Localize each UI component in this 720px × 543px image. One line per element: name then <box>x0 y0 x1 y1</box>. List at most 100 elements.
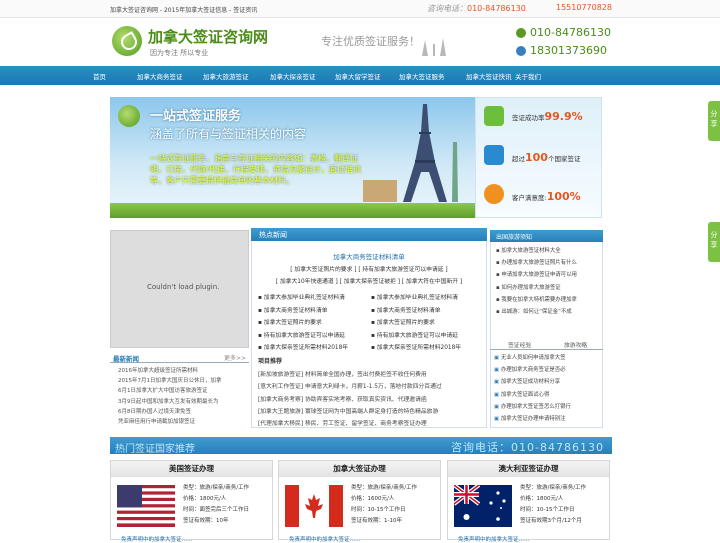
plugin-placeholder: Couldn't load plugin. <box>110 230 249 348</box>
nav-visa-news[interactable]: 加拿大签证快讯 <box>466 71 512 81</box>
banner[interactable]: 一站式签证服务 涵盖了所有与签证相关的内容 一站式签证服务，涵盖与签证相关的内容… <box>110 97 475 218</box>
list-item[interactable]: ▪ 持有加拿大旅游签证可以申请延 <box>258 330 348 343</box>
mobile-icon <box>516 46 526 56</box>
list-item[interactable]: 6月8日期办国人过境天津免签 <box>118 407 248 417</box>
hotline: 咨询电话：010-84786130 <box>427 4 526 13</box>
list-item[interactable]: ▪ 出城游：如何让“保证金”不成 <box>496 306 602 318</box>
us-flag-icon <box>117 485 175 527</box>
list-item[interactable]: ▪ 加拿大参加毕业典礼签证材料清 <box>258 292 348 305</box>
list-item[interactable]: [加拿大商务考察] 协助宾客实地考察、获取真实资讯、代理邀请函 <box>258 394 483 406</box>
travel-tips-list: ▪ 加拿大旅游签证材料大全 ▪ 办理加拿大旅游签证照片有什么 ▪ 申请加拿大旅游… <box>496 245 602 318</box>
list-item[interactable]: ▪ 办理加拿大旅游签证照片有什么 <box>496 257 602 269</box>
experience-tabs: 签证经验 旅游攻略 <box>490 339 603 350</box>
australia-visa-card[interactable]: 澳大利亚签证办理 类型：旅游/探亲/商务/工作 价格：1800元/人 时间：10-1… <box>447 460 610 543</box>
share-tab-1[interactable]: 分享 <box>708 101 720 141</box>
project-recommend-title: 项目推荐 <box>258 358 283 365</box>
usa-visa-card[interactable]: 美国签证办理 类型：旅游/探亲/商务/工作 价格：1800元/人 时间：面签完后三个… <box>110 460 273 543</box>
site-subtitle: 加拿大签证咨询网 - 2015年加拿大签证信息 - 签证资讯 <box>110 7 258 14</box>
list-item[interactable]: ▪ 加拿大探亲签证所需材料2018年 <box>258 342 348 355</box>
tab-guide[interactable]: 旅游攻略 <box>564 340 587 349</box>
nav-visit-visa[interactable]: 加拿大探亲签证 <box>270 71 316 81</box>
top-bar: 加拿大签证咨询网 - 2015年加拿大签证信息 - 签证资讯 咨询电话：010-… <box>0 0 720 18</box>
banner-description: 一站式签证服务，涵盖与签证相关的内容如：表格，翻译证明，订房，代取/代递，行程安… <box>150 154 361 185</box>
australia-flag-icon <box>454 485 512 527</box>
news-links-1[interactable]: [ 加拿大签证照片的要求 ] [ 持有加拿大旅游签证可以申请延 ] <box>255 264 483 273</box>
share-tab-2[interactable]: 分享 <box>708 222 720 262</box>
list-item[interactable]: 凭亚麻佳用行申请截加加银签证 <box>118 417 248 427</box>
list-item[interactable]: ▪ 申请加拿大旅游签证申请可以用 <box>496 269 602 281</box>
list-item[interactable]: ▣ 加拿大签证办理申请特别注 <box>494 413 602 425</box>
stat-satisfaction: 客户满意度:100% <box>512 190 581 203</box>
list-item[interactable]: ▪ 加拿大商务签证材料清单 <box>258 305 348 318</box>
canada-visa-card[interactable]: 加拿大签证办理 类型：旅游/探亲/商务/工作 价格：1600元/人 时间：10-15… <box>278 460 441 543</box>
list-item[interactable]: ▣ 无业人员如何申请加拿大签 <box>494 352 602 364</box>
list-item[interactable]: 3月9日起中国和加拿大互发有效期最长为 <box>118 397 248 407</box>
stat-success: 签证成功率99.9% <box>512 110 583 123</box>
nav-tourist-visa[interactable]: 加拿大旅游签证 <box>203 71 249 81</box>
list-item[interactable]: ▣ 办理加拿大商务签证是否必 <box>494 364 602 376</box>
card-info: 类型：旅游/探亲/商务/工作 价格：1600元/人 时间：10-15个工作日 签证有效… <box>351 485 418 524</box>
logo-subtitle: 因为专注 所以专业 <box>150 49 209 57</box>
hot-countries-title: 热门签证国家推荐 <box>115 444 195 455</box>
canada-flag-icon <box>285 485 343 527</box>
news-col-2: ▪ 加拿大参加毕业典礼签证材料清 ▪ 加拿大商务签证材料清单 ▪ 加拿大签证照片… <box>371 292 461 355</box>
nav-about[interactable]: 关于我们 <box>515 71 541 81</box>
card-link[interactable]: 免责声明中的加拿大签证…… <box>289 535 361 543</box>
news-headline[interactable]: 加拿大商务签证材料清单 <box>251 251 487 261</box>
list-item[interactable]: ▪ 加拿大探亲签证所需材料2018年 <box>371 342 461 355</box>
hot-news-header: 热点新闻 <box>251 228 487 241</box>
list-item[interactable]: ▪ 持有加拿大旅游签证可以申请延 <box>371 330 461 343</box>
list-item[interactable]: 2015年7月1日加拿大国庆日公休日，加拿 <box>118 376 248 386</box>
list-item[interactable]: [新加坡旅游签证] 材料简单全国办理，签出付费拒签不收任何费用 <box>258 369 483 381</box>
hot-countries-header: 热门签证国家推荐 咨询电话：010-84786130 <box>110 437 612 455</box>
card-info: 类型：旅游/探亲/商务/工作 价格：1800元/人 时间：10-15个工作日 签证有效… <box>520 485 587 524</box>
main-nav: 首页 加拿大商务签证 加拿大旅游签证 加拿大探亲签证 加拿大留学签证 加拿大签证… <box>0 66 720 85</box>
nav-study-visa[interactable]: 加拿大留学签证 <box>335 71 381 81</box>
nav-home[interactable]: 首页 <box>93 71 106 81</box>
news-links-2[interactable]: [ 加拿大10年快速通道 ] [ 加拿大探亲签证被拒 ] [ 加拿大符在中国新开… <box>255 276 483 285</box>
landmarks-icon <box>422 38 446 56</box>
list-item[interactable]: ▪ 加拿大商务签证材料清单 <box>371 305 461 318</box>
logo-title[interactable]: 加拿大签证咨询网 <box>148 26 268 47</box>
banner-title: 一站式签证服务 <box>150 109 242 124</box>
card-title[interactable]: 加拿大签证办理 <box>279 461 440 477</box>
list-item[interactable]: 2016年加拿大超级签证所需材料 <box>118 366 248 376</box>
experience-list: ▣ 无业人员如何申请加拿大签 ▣ 办理加拿大商务签证是否必 ▣ 加拿大签证成功材… <box>494 352 602 425</box>
list-item[interactable]: 6月1日加拿大扩大中国访客旅游签证 <box>118 386 248 396</box>
list-item[interactable]: ▪ 加拿大签证照片的要求 <box>371 317 461 330</box>
list-item[interactable]: ▪ 加拿大旅游签证材料大全 <box>496 245 602 257</box>
news-col-1: ▪ 加拿大参加毕业典礼签证材料清 ▪ 加拿大商务签证材料清单 ▪ 加拿大签证照片… <box>258 292 348 355</box>
list-item[interactable]: ▪ 加拿大参加毕业典礼签证材料清 <box>371 292 461 305</box>
list-item[interactable]: ▪ 我要在加拿大特机需要办理加拿 <box>496 294 602 306</box>
list-item[interactable]: ▣ 加拿大签证成功材料分享 <box>494 376 602 388</box>
list-item[interactable]: [意大利工作签证] 申请意大利绿卡，月薪1-1.5万，落地付款四分百通过 <box>258 381 483 393</box>
nav-business-visa[interactable]: 加拿大商务签证 <box>137 71 183 81</box>
banner-logo-icon <box>118 105 140 127</box>
list-item[interactable]: ▣ 加拿大签证面试心得 <box>494 389 602 401</box>
list-item[interactable]: ▪ 加拿大签证照片的要求 <box>258 317 348 330</box>
list-item[interactable]: ▪ 如何办理加拿大旅游签证 <box>496 282 602 294</box>
list-item[interactable]: [加拿大王题旅游] 寰球签证网为中国高端人群定身打造的特色精品旅游 <box>258 406 483 418</box>
nav-visa-service[interactable]: 加拿大签证服务 <box>399 71 445 81</box>
phone-1: 010-84786130 <box>530 26 611 39</box>
card-link[interactable]: 免责声明中的加拿大签证…… <box>121 535 193 543</box>
list-item[interactable]: [代理加拿大移民] 移民、劳工签证、留学签证、商务考察签证办理 <box>258 418 483 430</box>
stats-panel: 签证成功率99.9% 超过100个国家签证 客户满意度:100% <box>475 97 602 218</box>
tab-experience[interactable]: 签证经验 <box>508 340 531 349</box>
logo-icon[interactable] <box>112 26 142 56</box>
card-title[interactable]: 澳大利亚签证办理 <box>448 461 609 477</box>
card-link[interactable]: 免责声明中的加拿大签证…… <box>458 535 530 543</box>
latest-news-list: 2016年加拿大超级签证所需材料 2015年7月1日加拿大国庆日公休日，加拿 6… <box>118 366 248 427</box>
project-list: [新加坡旅游签证] 材料简单全国办理，签出付费拒签不收任何费用 [意大利工作签证… <box>258 369 483 430</box>
mobile-number: 15510770828 <box>556 3 612 12</box>
satisfaction-icon <box>484 184 504 204</box>
banner-subtitle: 涵盖了所有与签证相关的内容 <box>150 127 307 141</box>
more-link[interactable]: 更多>> <box>224 353 246 362</box>
success-rate-icon <box>484 106 504 126</box>
list-item[interactable]: ▣ 办理加拿大签证签怎么打银行 <box>494 401 602 413</box>
card-info: 类型：旅游/探亲/商务/工作 价格：1800元/人 时间：面签完后三个工作日 签证有效… <box>183 485 250 524</box>
phone-2: 18301373690 <box>530 44 607 57</box>
stat-countries: 超过100个国家签证 <box>512 151 581 164</box>
hot-countries-phone: 咨询电话：010-84786130 <box>451 441 604 454</box>
card-title[interactable]: 美国签证办理 <box>111 461 272 477</box>
